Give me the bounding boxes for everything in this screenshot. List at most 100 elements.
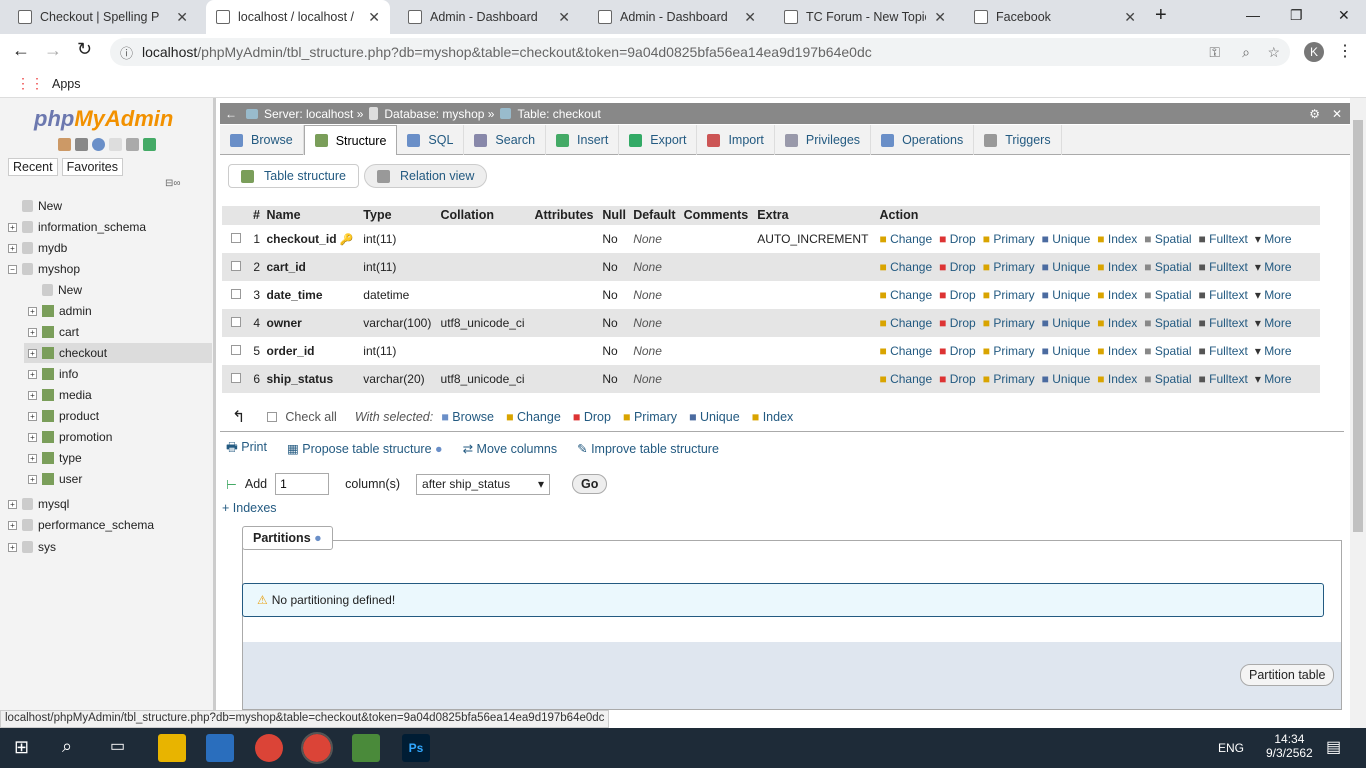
action-unique[interactable]: ■ Unique <box>1042 316 1091 330</box>
partition-table-button[interactable]: Partition table <box>1240 664 1335 686</box>
tab-operations[interactable]: Operations <box>871 125 975 155</box>
store-icon[interactable] <box>206 734 234 762</box>
tab-privileges[interactable]: Privileges <box>775 125 872 155</box>
action-primary[interactable]: ■ Primary <box>983 372 1035 386</box>
action-drop[interactable]: ■ Drop <box>939 344 976 358</box>
action-unique[interactable]: ■ Unique <box>1042 372 1091 386</box>
action-spatial[interactable]: ■ Spatial <box>1144 316 1191 330</box>
action-primary[interactable]: ■ Primary <box>983 316 1035 330</box>
action-unique[interactable]: ■ Unique <box>1042 260 1091 274</box>
propose-table-structure-link[interactable]: ▦ Propose table structure ● <box>287 441 443 456</box>
tree-item-admin[interactable]: + admin <box>24 301 212 321</box>
expand-icon[interactable]: + <box>28 369 37 379</box>
back-icon[interactable]: ← <box>12 40 30 61</box>
action-spatial[interactable]: ■ Spatial <box>1144 372 1191 386</box>
tree-item-sys[interactable]: + sys <box>8 537 212 557</box>
action-drop[interactable]: ■ Drop <box>939 288 976 302</box>
relation-view-button[interactable]: Relation view <box>364 164 488 188</box>
bulk-primary[interactable]: ■ Primary <box>623 410 677 424</box>
windows-start-icon[interactable]: ⊞ <box>14 737 29 758</box>
close-tab-icon[interactable]: ✕ <box>934 9 946 26</box>
action-index[interactable]: ■ Index <box>1097 316 1137 330</box>
expand-icon[interactable]: + <box>28 432 37 442</box>
forward-icon[interactable]: → <box>44 40 62 61</box>
tree-item-checkout[interactable]: + checkout <box>24 343 212 363</box>
move-columns-link[interactable]: ⇄ Move columns <box>463 441 558 456</box>
tab-search[interactable]: Search <box>464 125 547 155</box>
action-fulltext[interactable]: ■ Fulltext <box>1199 260 1248 274</box>
tab-sql[interactable]: SQL <box>397 125 465 155</box>
tab-triggers[interactable]: Triggers <box>974 125 1062 155</box>
tree-item-promotion[interactable]: + promotion <box>24 427 212 447</box>
action-more[interactable]: ▾ More <box>1255 344 1292 358</box>
browser-tab[interactable]: Admin - Dashboard ✕ <box>398 0 580 34</box>
tree-item-media[interactable]: + media <box>24 385 212 405</box>
bulk-change[interactable]: ■ Change <box>506 410 561 424</box>
table-structure-button[interactable]: Table structure <box>228 164 359 188</box>
action-primary[interactable]: ■ Primary <box>983 232 1035 246</box>
row-checkbox[interactable] <box>231 233 241 244</box>
vertical-scrollbar[interactable] <box>1350 98 1366 728</box>
action-index[interactable]: ■ Index <box>1097 372 1137 386</box>
action-fulltext[interactable]: ■ Fulltext <box>1199 344 1248 358</box>
expand-icon[interactable]: + <box>28 453 37 463</box>
docs-icon[interactable] <box>109 138 122 151</box>
expand-icon[interactable]: + <box>28 306 37 316</box>
tree-item-mydb[interactable]: + mydb <box>8 238 212 258</box>
tree-item-New[interactable]: New <box>8 196 212 216</box>
expand-icon[interactable]: + <box>8 542 17 552</box>
breadcrumb-database[interactable]: Database: myshop » <box>384 107 494 121</box>
go-button[interactable]: Go <box>572 474 608 494</box>
help-icon[interactable] <box>92 138 105 151</box>
photoshop-icon[interactable]: Ps <box>402 734 430 762</box>
tree-item-product[interactable]: + product <box>24 406 212 426</box>
expand-icon[interactable]: + <box>28 390 37 400</box>
file-explorer-icon[interactable] <box>158 734 186 762</box>
bookmark-apps[interactable]: Apps <box>52 77 81 91</box>
notepad-icon[interactable] <box>352 734 380 762</box>
task-view-icon[interactable]: ▭ <box>110 736 125 756</box>
home-icon[interactable] <box>58 138 71 151</box>
action-fulltext[interactable]: ■ Fulltext <box>1199 232 1248 246</box>
row-checkbox[interactable] <box>231 261 241 271</box>
settings-icon[interactable] <box>126 138 139 151</box>
tree-item-info[interactable]: + info <box>24 364 212 384</box>
bulk-index[interactable]: ■ Index <box>752 410 794 424</box>
tree-item-performance-schema[interactable]: + performance_schema <box>8 515 212 535</box>
collapse-icon[interactable]: − <box>8 264 17 274</box>
expand-icon[interactable]: + <box>28 474 37 484</box>
close-tab-icon[interactable]: ✕ <box>558 9 570 26</box>
browser-tab[interactable]: localhost / localhost / m ✕ <box>206 0 390 34</box>
expand-icon[interactable]: + <box>8 222 17 232</box>
improve-table-structure-link[interactable]: ✎ Improve table structure <box>577 441 719 456</box>
action-more[interactable]: ▾ More <box>1255 372 1292 386</box>
action-index[interactable]: ■ Index <box>1097 260 1137 274</box>
zoom-icon[interactable]: ⌕ <box>1242 44 1250 61</box>
expand-icon[interactable]: + <box>28 348 37 358</box>
tree-item-information-schema[interactable]: + information_schema <box>8 217 212 237</box>
bulk-unique[interactable]: ■ Unique <box>689 410 740 424</box>
action-unique[interactable]: ■ Unique <box>1042 344 1091 358</box>
key-icon[interactable]: ⚿ <box>1209 44 1220 61</box>
action-unique[interactable]: ■ Unique <box>1042 288 1091 302</box>
action-index[interactable]: ■ Index <box>1097 232 1137 246</box>
print-link[interactable]: 🖶 Print <box>226 438 267 459</box>
expand-icon[interactable]: + <box>8 243 17 253</box>
action-spatial[interactable]: ■ Spatial <box>1144 288 1191 302</box>
scrollbar-thumb[interactable] <box>1353 120 1363 532</box>
browser-tab[interactable]: Checkout | Spelling PLC✕ <box>8 0 198 34</box>
notifications-icon[interactable]: ▤ <box>1326 737 1341 757</box>
tab-insert[interactable]: Insert <box>546 125 620 155</box>
action-primary[interactable]: ■ Primary <box>983 344 1035 358</box>
tree-item-New[interactable]: New <box>24 280 212 300</box>
bulk-browse[interactable]: ■ Browse <box>441 410 494 424</box>
browser-tab[interactable]: TC Forum - New Topic ✕ <box>774 0 956 34</box>
reload-icon[interactable]: ↻ <box>77 39 92 60</box>
browser-tab[interactable]: Admin - Dashboard ✕ <box>588 0 766 34</box>
action-more[interactable]: ▾ More <box>1255 260 1292 274</box>
logout-icon[interactable] <box>75 138 88 151</box>
tab-import[interactable]: Import <box>697 125 775 155</box>
favorites-tab[interactable]: Favorites <box>61 158 124 176</box>
action-spatial[interactable]: ■ Spatial <box>1144 232 1191 246</box>
settings-gear-icon[interactable]: ⚙ <box>1309 107 1320 121</box>
